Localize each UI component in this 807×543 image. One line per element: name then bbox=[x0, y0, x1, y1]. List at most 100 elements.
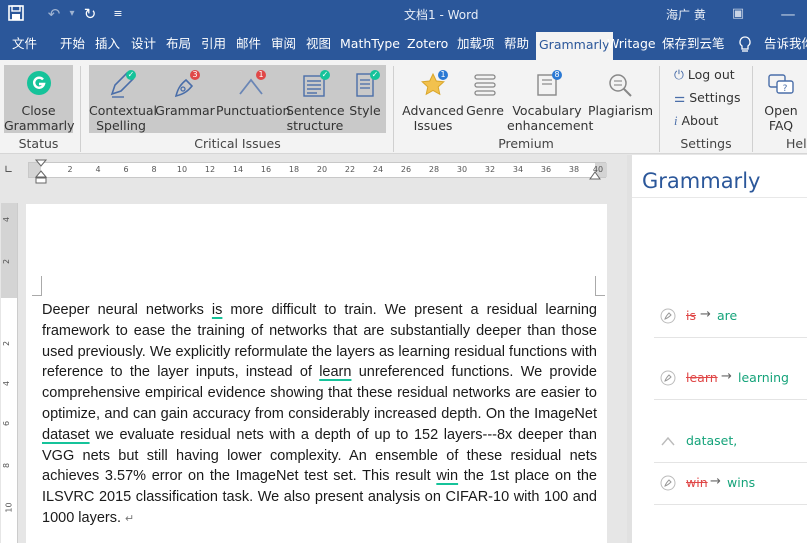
ruler-number: 18 bbox=[288, 165, 300, 174]
document-page[interactable]: Deeper neural networks is more difficult… bbox=[26, 204, 607, 543]
advanced-issues-button[interactable]: 1 Advanced Issues bbox=[401, 70, 465, 133]
punctuation-button[interactable]: 1 Punctuation bbox=[216, 70, 290, 118]
pen-nib-icon: 3 bbox=[170, 70, 200, 100]
vocabulary-button[interactable]: 8 Vocabulary enhancement bbox=[507, 70, 593, 133]
ruler-number: 22 bbox=[344, 165, 356, 174]
tab-selector-icon[interactable]: ∟ bbox=[4, 163, 18, 177]
style-button[interactable]: ✓ Style bbox=[346, 70, 384, 118]
ruler-number: 20 bbox=[316, 165, 328, 174]
suggestions-panel: is → are learn → learning dataset, win →… bbox=[632, 197, 807, 543]
book-icon: 8 bbox=[532, 70, 562, 100]
about-button[interactable]: i About bbox=[674, 113, 718, 129]
log-out-button[interactable]: ⏻ Log out bbox=[674, 67, 735, 83]
right-indent-marker[interactable] bbox=[589, 170, 601, 184]
grammarly-ribbon: Close Grammarly Status ✓ Contextual Spel… bbox=[0, 60, 807, 154]
tab-design[interactable]: 设计 bbox=[131, 28, 156, 60]
tab-references[interactable]: 引用 bbox=[201, 28, 226, 60]
tab-layout[interactable]: 布局 bbox=[166, 28, 191, 60]
open-faq-button[interactable]: ? Open FAQ bbox=[762, 70, 800, 133]
tab-view[interactable]: 视图 bbox=[306, 28, 331, 60]
flagged-word[interactable]: learn bbox=[319, 364, 351, 380]
settings-button[interactable]: ⚌ Settings bbox=[674, 90, 740, 105]
tab-home[interactable]: 开始 bbox=[60, 28, 85, 60]
undo-dropdown-icon[interactable]: ▾ bbox=[62, 4, 82, 24]
ruler-number: 10 bbox=[176, 165, 188, 174]
info-icon: i bbox=[674, 114, 678, 128]
tab-mailings[interactable]: 邮件 bbox=[236, 28, 261, 60]
customize-toolbar-icon[interactable]: ≡ bbox=[108, 4, 128, 24]
save-icon[interactable] bbox=[6, 4, 26, 24]
flagged-word[interactable]: dataset bbox=[42, 427, 90, 443]
suggestion-card[interactable]: win → wins bbox=[654, 469, 807, 505]
ruler-number: 4 bbox=[95, 165, 101, 174]
suggestion-card[interactable]: is → are bbox=[654, 302, 807, 338]
style-label: Style bbox=[349, 103, 381, 118]
group-divider bbox=[659, 66, 660, 152]
contextual-label-1: Contextual bbox=[89, 103, 158, 118]
tab-file[interactable]: 文件 bbox=[12, 28, 37, 60]
close-grammarly-label-2: Grammarly bbox=[4, 118, 75, 133]
advanced-label-1: Advanced bbox=[402, 103, 464, 118]
genre-button[interactable]: Genre bbox=[465, 70, 505, 118]
check-badge: ✓ bbox=[370, 70, 380, 80]
arrow-icon: → bbox=[700, 307, 711, 322]
tab-review[interactable]: 审阅 bbox=[271, 28, 296, 60]
vocabulary-label-2: enhancement bbox=[507, 118, 594, 133]
tab-insert[interactable]: 插入 bbox=[95, 28, 120, 60]
tab-help[interactable]: 帮助 bbox=[504, 28, 529, 60]
vertical-ruler-number: 2 bbox=[2, 258, 12, 265]
sentence-structure-button[interactable]: ✓ Sentence structure bbox=[286, 70, 345, 133]
tab-writage[interactable]: Writage bbox=[607, 28, 656, 60]
contextual-spelling-button[interactable]: ✓ Contextual Spelling bbox=[89, 70, 157, 133]
lightbulb-icon[interactable] bbox=[738, 28, 752, 60]
margin-corner-mark bbox=[595, 276, 605, 296]
genre-label: Genre bbox=[466, 103, 504, 118]
settings-group-label: Settings bbox=[680, 136, 732, 151]
suggestion-card[interactable]: learn → learning bbox=[654, 364, 807, 400]
tell-me-search[interactable]: 告诉我你 bbox=[764, 28, 807, 60]
vertical-ruler-number: 6 bbox=[2, 420, 12, 427]
suggestion-replacement: dataset, bbox=[686, 433, 738, 448]
plagiarism-button[interactable]: Plagiarism bbox=[588, 70, 654, 118]
punctuation-label: Punctuation bbox=[216, 103, 291, 118]
first-line-indent-marker[interactable] bbox=[34, 159, 48, 188]
document-body-text[interactable]: Deeper neural networks is more difficult… bbox=[42, 300, 597, 530]
status-group-label: Status bbox=[18, 136, 59, 151]
ruler-number: 12 bbox=[204, 165, 216, 174]
ruler-number: 14 bbox=[232, 165, 244, 174]
tab-mathtype[interactable]: MathType bbox=[340, 28, 400, 60]
suggestion-replacement: learning bbox=[738, 370, 789, 385]
pen-nib-icon bbox=[660, 370, 676, 386]
document-icon: ✓ bbox=[350, 70, 380, 100]
close-grammarly-button[interactable]: Close Grammarly bbox=[4, 70, 75, 133]
redo-icon[interactable]: ↻ bbox=[80, 4, 100, 24]
tab-cloud-notes[interactable]: 保存到云笔 bbox=[662, 28, 725, 60]
pane-title: Grammarly bbox=[642, 169, 761, 193]
user-name[interactable]: 海广 黄 bbox=[666, 6, 706, 23]
suggestion-card[interactable]: dataset, bbox=[654, 427, 807, 463]
caret-icon: 1 bbox=[236, 70, 266, 100]
tab-zotero[interactable]: Zotero bbox=[407, 28, 448, 60]
plagiarism-label: Plagiarism bbox=[588, 103, 654, 118]
flagged-word[interactable]: win bbox=[436, 468, 458, 484]
vertical-ruler[interactable]: 4 2 2 4 6 8 10 bbox=[1, 203, 18, 543]
arrow-icon: → bbox=[710, 474, 721, 489]
ruler-number: 2 bbox=[67, 165, 73, 174]
undo-icon[interactable]: ↶ bbox=[44, 4, 64, 24]
body-text-run: Deeper neural networks bbox=[42, 302, 212, 318]
suggestion-original: win bbox=[686, 475, 708, 490]
sentence-label-1: Sentence bbox=[286, 103, 345, 118]
group-divider bbox=[752, 66, 753, 152]
grammar-button[interactable]: 3 Grammar bbox=[154, 70, 216, 118]
ruler-number: 24 bbox=[372, 165, 384, 174]
ribbon-display-icon[interactable]: ▣ bbox=[728, 4, 748, 24]
tab-addins[interactable]: 加载项 bbox=[457, 28, 495, 60]
about-label: About bbox=[681, 113, 719, 128]
horizontal-ruler[interactable]: 2 4 6 8 10 12 14 16 18 20 22 24 26 28 30… bbox=[28, 162, 607, 178]
flagged-word[interactable]: is bbox=[212, 302, 222, 318]
pen-nib-icon bbox=[660, 308, 676, 324]
minimize-icon[interactable]: — bbox=[778, 4, 798, 24]
pencil-icon: ✓ bbox=[106, 70, 136, 100]
svg-text:?: ? bbox=[783, 84, 788, 94]
tab-grammarly[interactable]: Grammarly bbox=[536, 32, 613, 60]
